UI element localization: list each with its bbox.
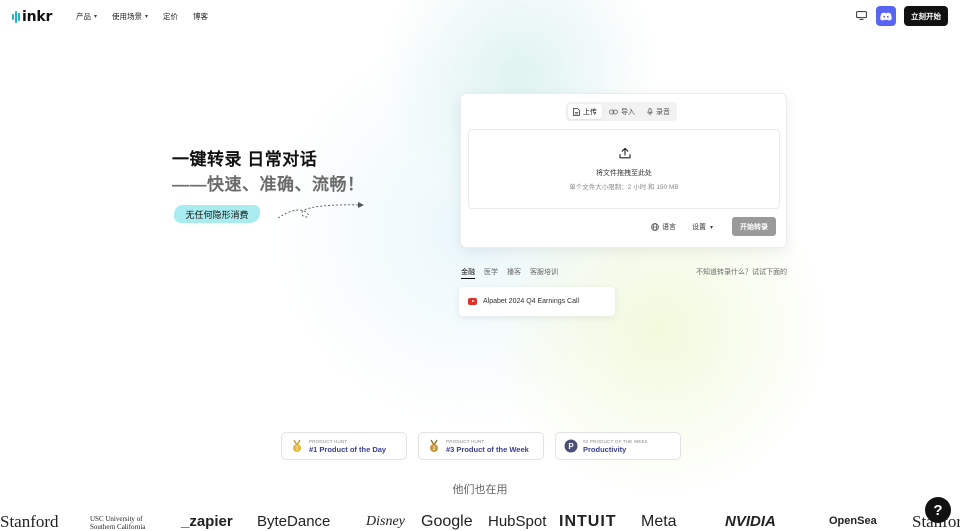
mic-icon <box>647 107 653 116</box>
file-icon <box>573 107 580 116</box>
source-tabs: 上传 导入 录音 <box>566 102 677 121</box>
curved-arrow-icon <box>277 202 364 219</box>
svg-text:3: 3 <box>433 446 436 452</box>
category-tab-podcast[interactable]: 播客 <box>507 267 521 279</box>
logo-mark-icon <box>12 10 20 24</box>
award-title: #3 Product of the Week <box>446 444 529 454</box>
medal-icon: 1 <box>293 439 301 452</box>
chevron-down-icon: ▾ <box>94 14 98 20</box>
logo[interactable]: inkr <box>12 9 52 25</box>
help-button[interactable]: ? <box>925 497 951 523</box>
award-badge[interactable]: 3 PRODUCT HUNT #3 Product of the Week <box>418 432 544 460</box>
dropzone-limit-text: 单个文件大小限制：2 小时 和 150 MB <box>569 184 679 191</box>
chevron-down-icon: ▾ <box>145 14 149 20</box>
bytedance-logo: ByteDance <box>257 513 331 530</box>
category-tab-customer-service[interactable]: 客服培训 <box>530 267 558 279</box>
nav-label: 使用场景 <box>112 12 143 21</box>
producthunt-p-icon: P <box>564 439 578 453</box>
file-dropzone[interactable]: 将文件拖拽至此处 单个文件大小限制：2 小时 和 150 MB <box>468 129 780 209</box>
nav-label: 定价 <box>163 12 179 21</box>
intuit-logo: INTUIT <box>559 513 617 530</box>
nav-item-pricing[interactable]: 定价 <box>163 11 178 22</box>
disney-logo: Disney <box>366 514 405 529</box>
opensea-logo: OpenSea <box>829 515 877 527</box>
nav-label: 产品 <box>76 12 91 21</box>
nav-item-use-cases[interactable]: 使用场景 ▾ <box>112 11 148 22</box>
tab-record[interactable]: 录音 <box>642 104 675 119</box>
meta-logo: Meta <box>641 513 677 530</box>
settings-dropdown[interactable]: 设置 ▾ <box>692 222 713 232</box>
usc-logo: USC University of Southern California <box>90 515 146 531</box>
tab-label: 上传 <box>583 108 597 116</box>
sample-item[interactable]: Alpabet 2024 Q4 Earnings Call <box>459 287 615 316</box>
category-tab-medical[interactable]: 医学 <box>484 267 498 279</box>
nav-item-blog[interactable]: 博客 <box>193 11 208 22</box>
hero-subtitle: ——快速、准确、流畅！ <box>172 175 365 194</box>
tab-label: 录音 <box>656 108 670 116</box>
dropzone-title: 将文件拖拽至此处 <box>596 170 652 177</box>
hero-title: 一键转录 日常对话 <box>172 150 318 169</box>
start-transcription-button[interactable]: 开始转录 <box>732 217 776 236</box>
medal-icon: 3 <box>430 439 438 452</box>
globe-icon <box>651 223 659 231</box>
stanford-logo: Stanford <box>0 512 59 531</box>
discord-button[interactable] <box>876 6 896 26</box>
clients-heading: 他们也在用 <box>452 484 508 496</box>
award-badge[interactable]: 1 PRODUCT HUNT #1 Product of the Day <box>281 432 407 460</box>
svg-text:1: 1 <box>296 446 299 452</box>
hubspot-logo: HubSpot <box>488 513 547 530</box>
sample-title: Alpabet 2024 Q4 Earnings Call <box>483 298 580 305</box>
zapier-logo: _zapier <box>181 513 233 530</box>
award-title: #1 Product of the Day <box>309 444 387 454</box>
sample-hint: 不知道转录什么？试试下面的 <box>696 269 787 276</box>
monitor-icon[interactable] <box>856 11 867 20</box>
get-started-button[interactable]: 立刻开始 <box>904 6 948 26</box>
award-title: Productivity <box>583 444 627 454</box>
top-nav: inkr 产品 ▾ 使用场景 ▾ 定价 博客 立刻开始 <box>0 0 960 32</box>
tab-label: 导入 <box>621 108 635 116</box>
nav-label: 博客 <box>193 12 209 21</box>
svg-text:P: P <box>568 442 574 451</box>
category-tab-finance[interactable]: 金融 <box>461 267 475 279</box>
award-badge[interactable]: P #2 PRODUCT OF THE WEEK Productivity <box>555 432 681 460</box>
youtube-icon <box>468 298 477 305</box>
language-button[interactable]: 语言 <box>651 222 676 232</box>
settings-label: 设置 <box>692 224 706 231</box>
google-logo: Google <box>421 513 473 530</box>
upload-card: 上传 导入 录音 将文件拖拽至此处 单个文件大小限制：2 小时 和 150 MB… <box>460 93 787 248</box>
sample-categories: 金融 医学 播客 客服培训 <box>461 267 558 279</box>
main-nav: 产品 ▾ 使用场景 ▾ 定价 博客 <box>76 11 208 22</box>
language-label: 语言 <box>662 224 676 231</box>
logo-text: inkr <box>22 9 53 25</box>
client-logo-strip: Stanford USC University of Southern Cali… <box>0 512 960 531</box>
upload-icon <box>619 147 631 159</box>
nav-item-product[interactable]: 产品 ▾ <box>76 11 97 22</box>
hero-badge: 无任何隐形消费 <box>174 205 260 223</box>
tab-upload[interactable]: 上传 <box>568 104 602 119</box>
chevron-down-icon: ▾ <box>710 224 714 231</box>
discord-icon <box>880 12 892 21</box>
tab-import[interactable]: 导入 <box>604 104 640 119</box>
nvidia-logo: NVIDIA <box>725 513 776 530</box>
link-icon <box>609 109 618 114</box>
